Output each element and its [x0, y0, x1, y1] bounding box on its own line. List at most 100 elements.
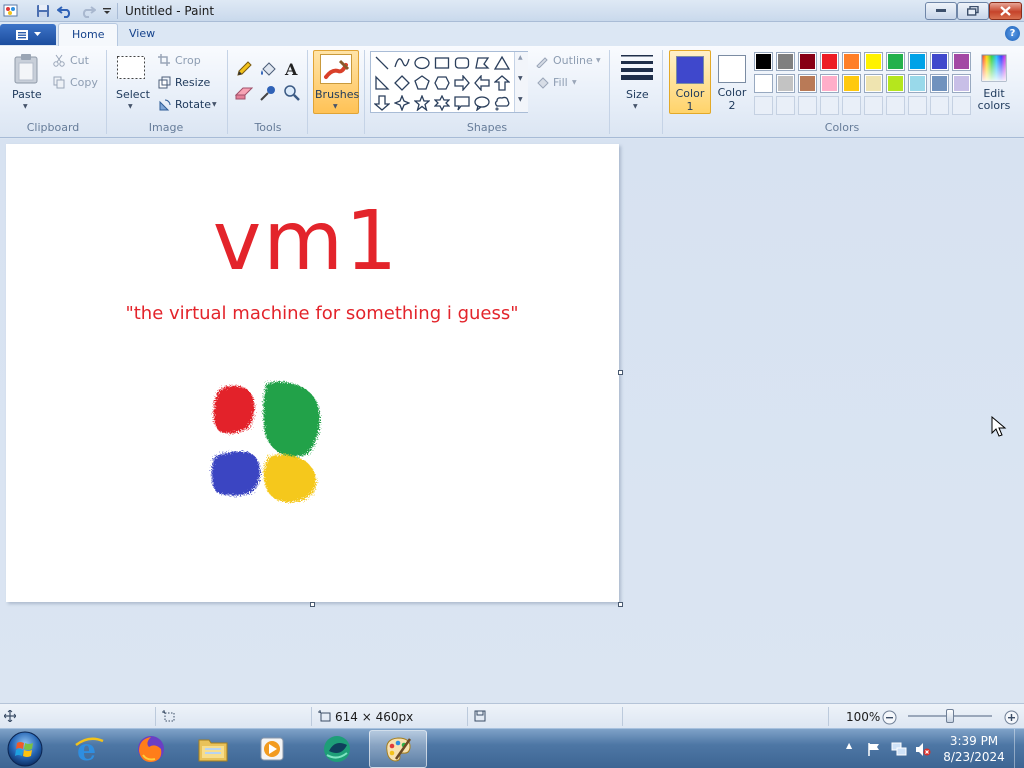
rotate-button[interactable]: Rotate [175, 98, 211, 111]
palette-swatch[interactable] [798, 52, 817, 71]
size-dropdown-icon[interactable]: ▼ [633, 103, 638, 110]
edit-colors-button[interactable]: Edit colors [976, 50, 1012, 114]
palette-swatch[interactable] [842, 52, 861, 71]
paste-dropdown-icon[interactable]: ▼ [23, 103, 28, 110]
paste-label[interactable]: Paste [12, 88, 42, 101]
zoom-out-icon[interactable] [881, 709, 897, 725]
network-icon[interactable] [890, 741, 908, 757]
cut-button[interactable]: Cut [70, 54, 89, 67]
tab-home[interactable]: Home [58, 23, 119, 46]
resize-handle-right[interactable] [618, 370, 623, 375]
customize-quick-access-icon[interactable] [98, 2, 116, 20]
color1-button[interactable]: Color 1 [669, 50, 711, 114]
four-point-star-shape-icon[interactable] [392, 93, 411, 112]
custom-color-slot[interactable] [820, 96, 839, 115]
oval-callout-shape-icon[interactable] [472, 93, 491, 112]
custom-color-slot[interactable] [908, 96, 927, 115]
custom-color-slot[interactable] [842, 96, 861, 115]
resize-handle-bottom[interactable] [310, 602, 315, 607]
shapes-scrollbar[interactable]: ▲ ▼ ▼ [514, 52, 528, 112]
resize-handle-corner[interactable] [618, 602, 623, 607]
palette-swatch[interactable] [820, 74, 839, 93]
color2-button[interactable]: Color 2 [711, 50, 753, 114]
select-icon[interactable] [115, 54, 147, 82]
up-arrow-shape-icon[interactable] [492, 73, 511, 92]
paint-app-icon[interactable] [2, 2, 20, 20]
rotate-dropdown-icon[interactable]: ▼ [212, 101, 217, 108]
size-icon[interactable] [619, 52, 655, 82]
pencil-tool-icon[interactable] [233, 58, 255, 80]
fill-button[interactable]: Fill [553, 76, 568, 89]
outline-dropdown-icon[interactable]: ▼ [596, 57, 601, 64]
diamond-shape-icon[interactable] [392, 73, 411, 92]
paste-icon[interactable] [12, 52, 42, 86]
custom-color-slot[interactable] [776, 96, 795, 115]
taskbar-internet-explorer[interactable]: e [60, 730, 118, 768]
palette-swatch[interactable] [908, 74, 927, 93]
custom-color-slot[interactable] [930, 96, 949, 115]
undo-icon[interactable] [56, 2, 74, 20]
taskbar-firefox[interactable] [122, 730, 180, 768]
copy-button[interactable]: Copy [70, 76, 98, 89]
zoom-slider-thumb[interactable] [946, 709, 954, 723]
hexagon-shape-icon[interactable] [432, 73, 451, 92]
tab-view[interactable]: View [116, 23, 168, 46]
rectangular-callout-shape-icon[interactable] [452, 93, 471, 112]
fill-dropdown-icon[interactable]: ▼ [572, 79, 577, 86]
palette-swatch[interactable] [952, 74, 971, 93]
right-triangle-shape-icon[interactable] [372, 73, 391, 92]
custom-color-slot[interactable] [864, 96, 883, 115]
show-hidden-icons[interactable]: ▲ [846, 741, 852, 750]
taskbar-paint[interactable] [369, 730, 427, 768]
close-button[interactable] [989, 2, 1022, 20]
custom-color-slot[interactable] [886, 96, 905, 115]
custom-color-slot[interactable] [952, 96, 971, 115]
palette-swatch[interactable] [776, 74, 795, 93]
scroll-up-icon[interactable]: ▲ [518, 54, 523, 61]
save-icon[interactable] [34, 2, 52, 20]
cloud-callout-shape-icon[interactable] [492, 93, 511, 112]
minimize-button[interactable] [925, 2, 957, 20]
zoom-in-icon[interactable] [1003, 709, 1019, 725]
resize-button[interactable]: Resize [175, 76, 210, 89]
outline-button[interactable]: Outline [553, 54, 593, 67]
line-shape-icon[interactable] [372, 53, 391, 72]
left-arrow-shape-icon[interactable] [472, 73, 491, 92]
palette-swatch[interactable] [776, 52, 795, 71]
triangle-shape-icon[interactable] [492, 53, 511, 72]
canvas-workspace[interactable]: vm1 "the virtual machine for something i… [0, 139, 1024, 702]
drawing-canvas[interactable]: vm1 "the virtual machine for something i… [6, 144, 619, 602]
rounded-rectangle-shape-icon[interactable] [452, 53, 471, 72]
palette-swatch[interactable] [754, 74, 773, 93]
action-center-flag-icon[interactable] [866, 741, 882, 757]
custom-color-slot[interactable] [798, 96, 817, 115]
palette-swatch[interactable] [930, 52, 949, 71]
volume-muted-icon[interactable] [914, 741, 932, 757]
six-point-star-shape-icon[interactable] [432, 93, 451, 112]
five-point-star-shape-icon[interactable] [412, 93, 431, 112]
custom-color-slot[interactable] [754, 96, 773, 115]
palette-swatch[interactable] [952, 52, 971, 71]
redo-icon[interactable] [79, 2, 97, 20]
restore-button[interactable] [957, 2, 989, 20]
right-arrow-shape-icon[interactable] [452, 73, 471, 92]
system-clock[interactable]: 3:39 PM 8/23/2024 [936, 733, 1012, 765]
fill-tool-icon[interactable] [257, 58, 279, 80]
down-arrow-shape-icon[interactable] [372, 93, 391, 112]
palette-swatch[interactable] [864, 74, 883, 93]
palette-swatch[interactable] [886, 52, 905, 71]
taskbar-media-player[interactable] [244, 730, 302, 768]
palette-swatch[interactable] [908, 52, 927, 71]
taskbar-file-explorer[interactable] [184, 730, 242, 768]
size-label[interactable]: Size [626, 88, 649, 101]
palette-swatch[interactable] [754, 52, 773, 71]
brushes-button[interactable]: Brushes ▼ [313, 50, 359, 114]
palette-swatch[interactable] [842, 74, 861, 93]
curve-shape-icon[interactable] [392, 53, 411, 72]
text-tool-icon[interactable]: A [281, 58, 303, 80]
select-label[interactable]: Select [116, 88, 150, 101]
eraser-tool-icon[interactable] [233, 82, 255, 104]
start-button[interactable] [4, 730, 46, 768]
crop-button[interactable]: Crop [175, 54, 201, 67]
color-picker-icon[interactable] [257, 82, 279, 104]
